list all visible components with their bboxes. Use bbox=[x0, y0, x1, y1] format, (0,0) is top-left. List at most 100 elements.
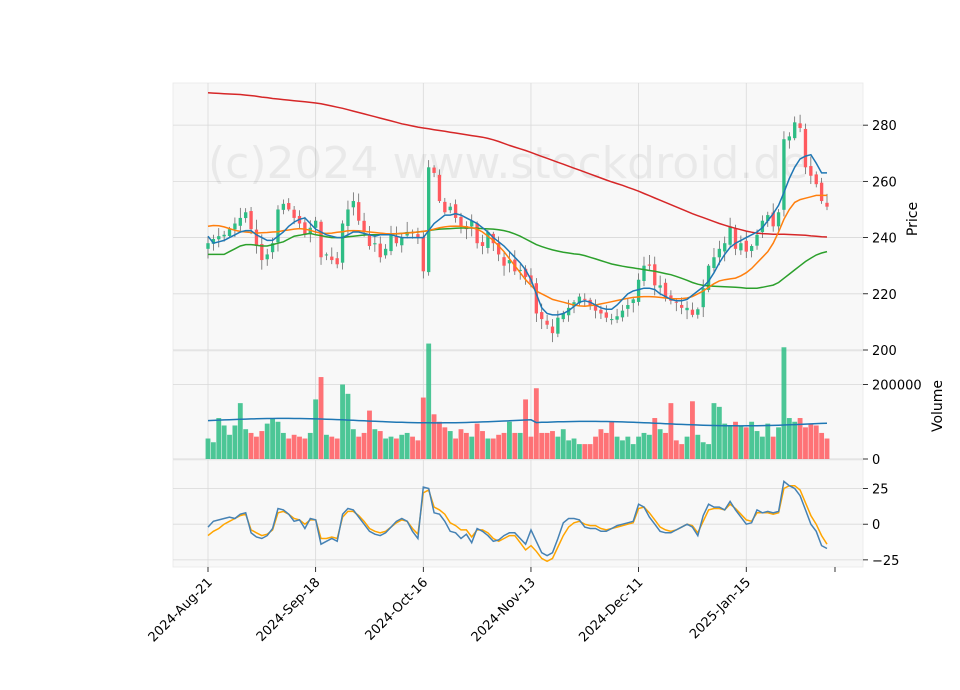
candle-up bbox=[373, 243, 377, 245]
volume-bar-up bbox=[555, 436, 561, 459]
volume-bar-up bbox=[765, 423, 771, 459]
candle-down bbox=[803, 128, 808, 168]
volume-bar-up bbox=[447, 431, 453, 459]
volume-bar-down bbox=[377, 431, 383, 459]
candle-up bbox=[346, 209, 350, 226]
volume-bar-up bbox=[695, 434, 701, 459]
candle-up bbox=[696, 309, 700, 315]
candle-down bbox=[674, 301, 678, 303]
volume-bar-up bbox=[792, 421, 798, 459]
candle-up bbox=[351, 201, 355, 208]
candle-up bbox=[238, 217, 242, 226]
candle-down bbox=[480, 242, 485, 247]
candle-down bbox=[437, 174, 442, 202]
candle-up bbox=[340, 223, 345, 263]
volume-bar-up bbox=[620, 440, 625, 459]
volume-bar-down bbox=[286, 438, 292, 459]
volume-bar-up bbox=[323, 434, 329, 459]
candle-up bbox=[324, 254, 329, 256]
volume-bar-down bbox=[652, 418, 658, 459]
volume-bar-down bbox=[496, 434, 502, 459]
volume-bar-down bbox=[442, 427, 448, 459]
candle-down bbox=[362, 220, 366, 232]
candle-up bbox=[265, 254, 269, 260]
volume-bar-up bbox=[205, 438, 211, 459]
volume-bar-down bbox=[453, 438, 459, 459]
volume-bar-down bbox=[415, 440, 421, 459]
volume-bar-down bbox=[523, 399, 528, 459]
candle-up bbox=[787, 136, 791, 141]
volume-bar-down bbox=[550, 431, 555, 459]
candle-up bbox=[620, 310, 625, 318]
candle-down bbox=[335, 258, 339, 265]
volume-y-tick-label: 0 bbox=[872, 453, 880, 468]
candle-down bbox=[292, 209, 296, 218]
volume-bar-down bbox=[582, 444, 588, 459]
volume-bar-up bbox=[237, 403, 243, 459]
volume-bar-down bbox=[490, 438, 496, 459]
volume-bar-up bbox=[372, 429, 378, 459]
volume-bar-up bbox=[280, 432, 286, 459]
volume-bar-up bbox=[566, 440, 572, 459]
candle-up bbox=[400, 237, 404, 246]
volume-bar-up bbox=[307, 432, 313, 459]
volume-y-tick-label: 200000 bbox=[872, 379, 922, 394]
oscillator-y-tick-label: 25 bbox=[872, 483, 889, 498]
volume-bar-up bbox=[485, 438, 491, 459]
volume-bar-up bbox=[232, 425, 238, 459]
price-y-tick-label: 260 bbox=[872, 175, 897, 190]
volume-bar-up bbox=[636, 436, 642, 459]
volume-bar-up bbox=[684, 436, 690, 459]
volume-bar-up bbox=[716, 406, 722, 459]
volume-bar-down bbox=[302, 438, 308, 459]
candle-up bbox=[427, 167, 431, 273]
volume-bar-down bbox=[673, 440, 679, 459]
volume-bar-up bbox=[388, 436, 394, 459]
candle-down bbox=[550, 326, 555, 334]
candle-up bbox=[626, 305, 630, 309]
candle-down bbox=[357, 202, 361, 221]
candle-up bbox=[717, 248, 722, 258]
candle-down bbox=[819, 182, 824, 202]
candle-up bbox=[383, 248, 388, 256]
volume-bar-up bbox=[706, 444, 712, 459]
price-y-tick-label: 240 bbox=[872, 232, 897, 247]
candle-down bbox=[502, 257, 506, 266]
volume-bar-down bbox=[334, 438, 340, 459]
candle-down bbox=[249, 211, 253, 230]
volume-bar-down bbox=[593, 436, 598, 459]
volume-bar-down bbox=[512, 432, 518, 459]
volume-bar-down bbox=[808, 423, 814, 459]
volume-bar-down bbox=[297, 436, 302, 459]
candle-up bbox=[631, 299, 635, 304]
candle-up bbox=[222, 234, 226, 237]
candle-down bbox=[744, 240, 748, 252]
volume-bar-up bbox=[630, 444, 636, 459]
volume-bar-up bbox=[221, 425, 227, 459]
candle-down bbox=[367, 234, 372, 247]
candle-down bbox=[378, 243, 382, 258]
candle-down bbox=[443, 201, 447, 213]
candle-down bbox=[647, 264, 652, 266]
candle-down bbox=[394, 236, 399, 244]
volume-bar-down bbox=[259, 431, 265, 459]
volume-bar-up bbox=[749, 421, 755, 459]
price-y-tick-label: 200 bbox=[872, 344, 897, 359]
volume-bar-down bbox=[318, 377, 324, 459]
candle-down bbox=[254, 229, 259, 247]
volume-bar-down bbox=[609, 421, 615, 459]
candle-down bbox=[680, 304, 684, 308]
candle-down bbox=[545, 320, 549, 325]
volume-bar-up bbox=[270, 418, 276, 459]
candle-up bbox=[448, 206, 452, 211]
candle-down bbox=[459, 216, 463, 227]
candle-down bbox=[809, 166, 813, 176]
candle-up bbox=[227, 229, 232, 236]
candle-down bbox=[540, 312, 544, 320]
volume-bar-down bbox=[361, 432, 367, 459]
volume-bar-down bbox=[420, 397, 426, 459]
price-y-tick-label: 220 bbox=[872, 288, 897, 303]
candle-up bbox=[313, 220, 318, 228]
candle-up bbox=[206, 243, 210, 249]
volume-bar-down bbox=[367, 410, 372, 459]
